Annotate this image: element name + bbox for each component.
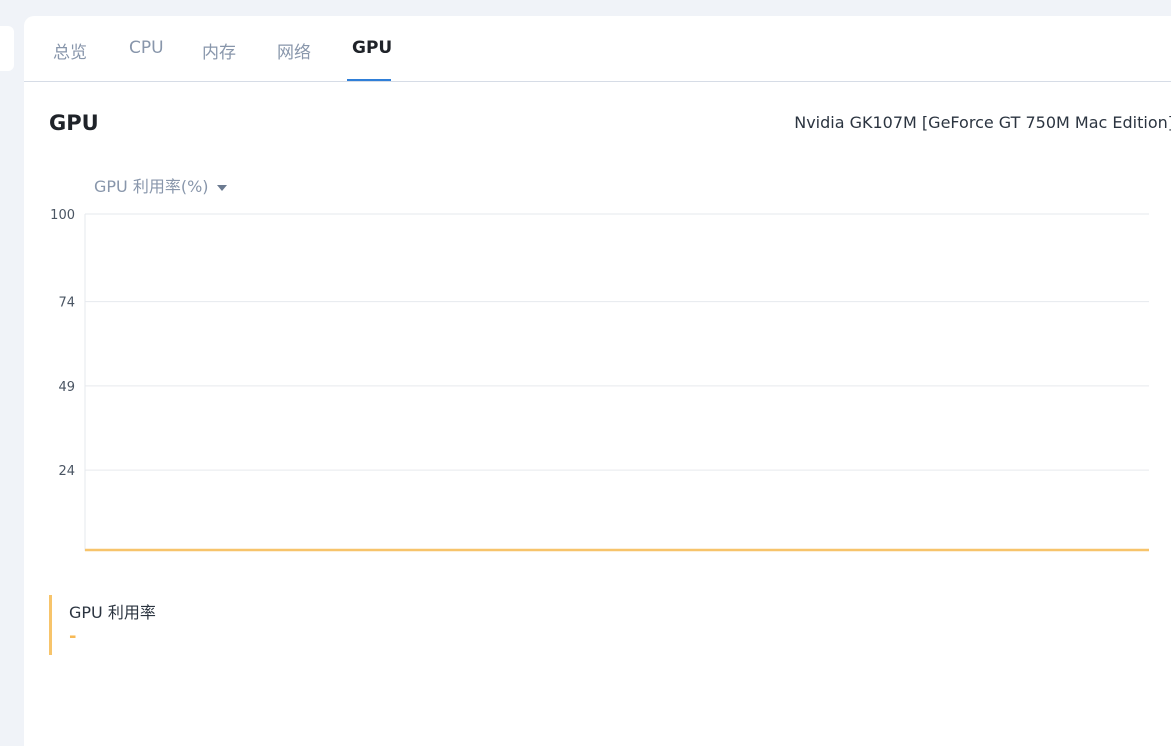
tab-cpu[interactable]: CPU [129, 38, 164, 58]
legend-series-value: - [69, 626, 77, 647]
legend-series-name: GPU 利用率 [69, 603, 156, 622]
metric-dropdown-label: GPU 利用率(%) [94, 177, 209, 196]
y-tick-label: 100 [50, 208, 75, 223]
y-tick-label: 24 [58, 464, 75, 479]
section-title: GPU [49, 111, 99, 135]
legend-item: GPU 利用率 - [49, 595, 249, 655]
caret-down-icon [216, 184, 227, 191]
metric-dropdown[interactable]: GPU 利用率(%) [94, 173, 227, 197]
tab-gpu[interactable]: GPU [352, 38, 392, 58]
tab-memory[interactable]: 内存 [202, 38, 236, 63]
y-tick-label: 74 [58, 296, 75, 311]
gpu-model-label: Nvidia GK107M [GeForce GT 750M Mac Editi… [794, 113, 1171, 132]
main-panel: 总览 CPU 内存 网络 GPU GPU Nvidia GK107M [GeFo… [24, 16, 1171, 746]
y-tick-label: 49 [58, 380, 75, 395]
gpu-utilization-chart: 24 49 74 100 [50, 208, 1149, 552]
tab-bar: 总览 CPU 内存 网络 GPU [24, 16, 1171, 82]
tab-overview[interactable]: 总览 [53, 38, 87, 63]
tab-network[interactable]: 网络 [277, 38, 311, 63]
active-tab-indicator [347, 79, 391, 81]
sidebar-edge [0, 26, 14, 71]
